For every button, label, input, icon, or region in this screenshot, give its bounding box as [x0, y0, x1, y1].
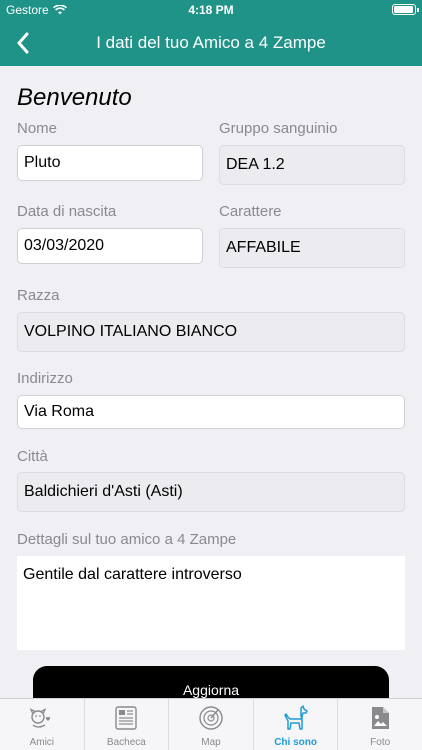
- tab-label: Amici: [29, 737, 55, 748]
- tab-bar: Amici Bacheca Map Chi sono Foto: [0, 698, 422, 750]
- dog-icon: [283, 705, 308, 730]
- tab-foto[interactable]: Foto: [338, 699, 422, 750]
- tab-label: Foto: [370, 737, 391, 748]
- address-field[interactable]: Via Roma: [17, 395, 405, 429]
- birth-date-label: Data di nascita: [17, 203, 117, 220]
- radar-icon: [199, 706, 223, 730]
- update-button[interactable]: Aggiorna: [33, 666, 389, 698]
- breed-label: Razza: [17, 287, 60, 304]
- tab-label: Bacheca: [106, 737, 146, 748]
- navigation-bar: I dati del tuo Amico a 4 Zampe: [0, 20, 422, 66]
- board-icon: [115, 706, 138, 730]
- status-time: 4:18 PM: [188, 3, 234, 17]
- character-label: Carattere: [219, 203, 282, 220]
- details-label: Dettagli sul tuo amico a 4 Zampe: [17, 531, 237, 548]
- tab-amici[interactable]: Amici: [0, 699, 85, 750]
- battery-icon: [392, 4, 419, 15]
- photo-file-icon: [372, 707, 390, 729]
- profile-form: Benvenuto Nome Pluto Gruppo sanguinio DE…: [0, 66, 422, 698]
- name-label: Nome: [17, 120, 58, 137]
- blood-group-field: DEA 1.2: [219, 145, 405, 185]
- tab-label: Map: [201, 737, 221, 748]
- breed-field: VOLPINO ITALIANO BIANCO: [17, 312, 405, 352]
- tab-chi-sono[interactable]: Chi sono: [254, 699, 339, 750]
- tab-label: Chi sono: [274, 737, 317, 748]
- birth-date-field[interactable]: 03/03/2020: [17, 228, 203, 264]
- welcome-heading: Benvenuto: [17, 84, 132, 111]
- address-label: Indirizzo: [17, 370, 73, 387]
- battery-fill: [394, 6, 413, 13]
- city-field: Baldichieri d'Asti (Asti): [17, 472, 405, 512]
- status-bar: Gestore 4:18 PM: [0, 0, 422, 20]
- details-textarea[interactable]: Gentile dal carattere introverso: [17, 556, 405, 650]
- tab-map[interactable]: Map: [169, 699, 254, 750]
- character-field: AFFABILE: [219, 228, 405, 268]
- tab-bacheca[interactable]: Bacheca: [85, 699, 170, 750]
- city-label: Città: [17, 448, 48, 465]
- name-field[interactable]: Pluto: [17, 145, 203, 181]
- blood-group-label: Gruppo sanguinio: [219, 120, 338, 137]
- friends-icon: [29, 708, 50, 728]
- page-title: I dati del tuo Amico a 4 Zampe: [96, 33, 326, 52]
